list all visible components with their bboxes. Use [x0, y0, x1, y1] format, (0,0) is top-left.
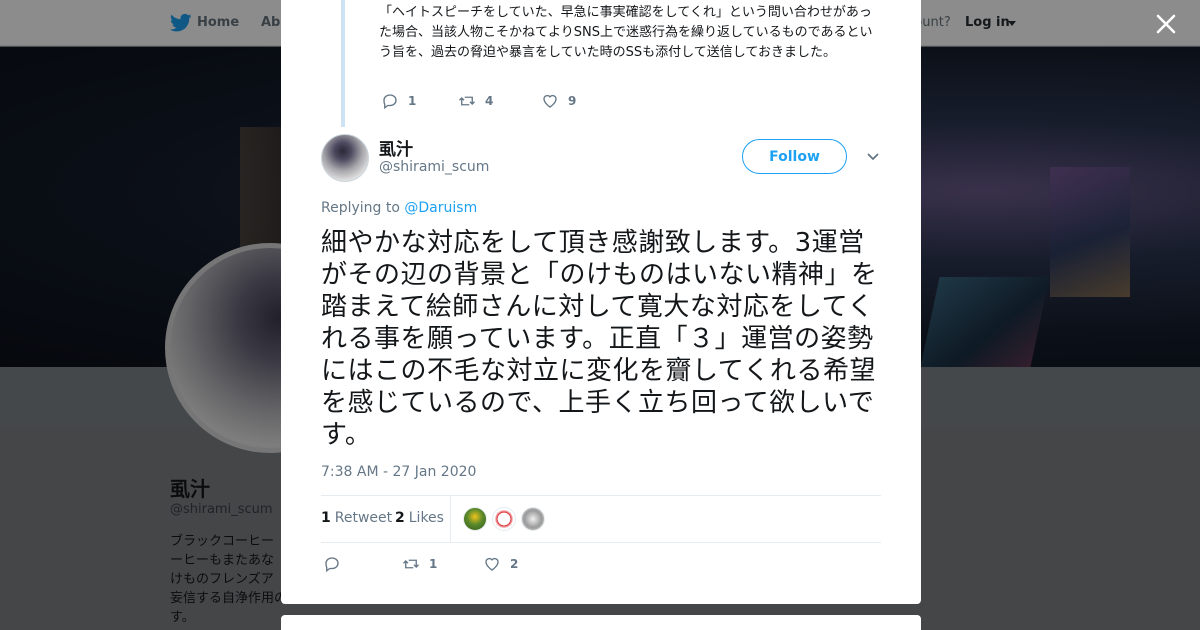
liker-avatar[interactable] [521, 507, 545, 531]
tweet-stats: 1 Retweet 2 Likes [321, 495, 881, 543]
author-handle[interactable]: @shirami_scum [379, 159, 489, 175]
tweet-actions: 1 2 [321, 555, 621, 575]
retweet-button[interactable]: 4 [458, 92, 493, 110]
retweet-action-count: 1 [429, 557, 438, 571]
author-avatar[interactable] [321, 134, 369, 182]
like-action-count: 2 [510, 557, 519, 571]
reply-button[interactable] [323, 555, 341, 573]
liker-avatar[interactable] [463, 507, 487, 531]
tweet-timestamp[interactable]: 7:38 AM - 27 Jan 2020 [321, 464, 476, 480]
likes-stat-count: 2 [395, 510, 405, 526]
reply-icon [325, 557, 339, 573]
retweets-stat-count: 1 [321, 510, 331, 526]
like-count: 9 [568, 94, 577, 108]
tweet-modal: 「ヘイトスピーチをしていた、早急に事実確認をしてくれ」という問い合わせがあった場… [281, 0, 921, 604]
retweet-icon [403, 559, 419, 569]
liker-avatar[interactable] [492, 507, 516, 531]
author-name[interactable]: 虱汁 [379, 135, 413, 160]
chevron-down-icon[interactable] [865, 150, 881, 164]
likes-stat-label: Likes [408, 510, 444, 526]
replying-to-link[interactable]: @Daruism [404, 200, 477, 216]
retweet-count: 4 [485, 94, 494, 108]
tweet-text: 細やかな対応をして頂き感謝致します。3運営がその辺の背景と「のけものはいない精神… [321, 228, 878, 450]
retweets-stat-label: Retweet [334, 510, 393, 526]
heart-icon [543, 94, 557, 108]
like-button[interactable]: 2 [483, 555, 518, 573]
retweet-button[interactable]: 1 [402, 555, 437, 573]
close-icon[interactable] [1152, 10, 1180, 38]
stats-divider [450, 496, 451, 543]
retweet-icon [459, 96, 475, 106]
replying-prefix: Replying to [321, 200, 400, 216]
retweets-stat[interactable]: 1 Retweet [321, 510, 392, 526]
follow-button[interactable]: Follow [742, 139, 847, 174]
replying-to: Replying to @Daruism [321, 200, 477, 216]
parent-tweet-text: 「ヘイトスピーチをしていた、早急に事実確認をしてくれ」という問い合わせがあった場… [379, 5, 873, 60]
reply-icon [383, 94, 397, 110]
next-modal-card [281, 615, 921, 630]
reply-button[interactable]: 1 [381, 92, 416, 110]
heart-icon [485, 557, 499, 571]
likes-stat[interactable]: 2 Likes [395, 510, 444, 526]
conversation-thread-line [341, 0, 345, 127]
reply-count: 1 [408, 94, 417, 108]
like-button[interactable]: 9 [541, 92, 576, 110]
